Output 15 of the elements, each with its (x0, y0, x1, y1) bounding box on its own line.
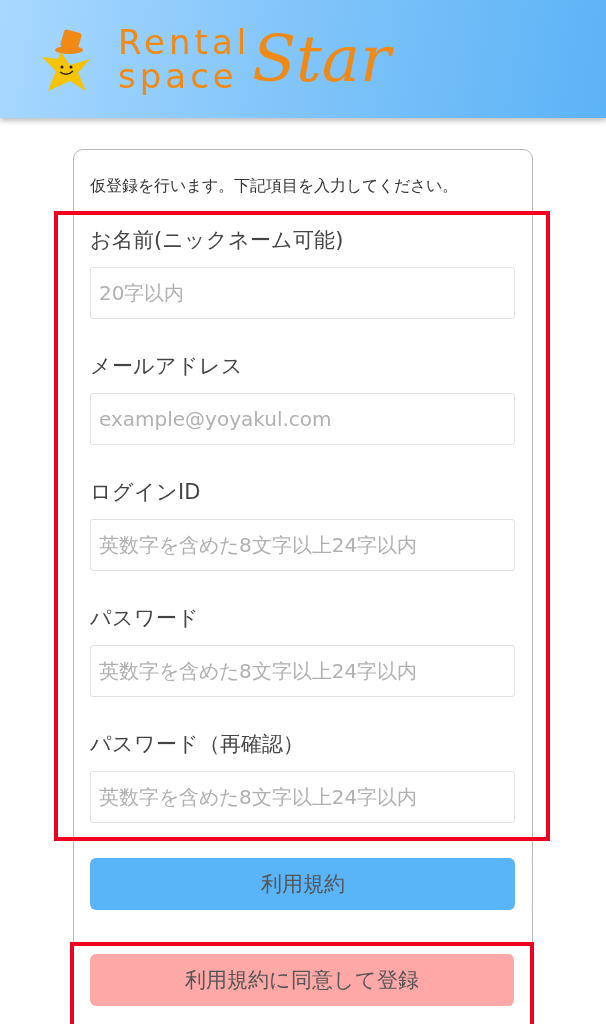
input-field[interactable]: 英数字を含めた8文字以上24字以内 (90, 770, 515, 823)
input-field[interactable]: 20字以内 (90, 266, 515, 319)
field-label: お名前(ニックネーム可能) (90, 226, 345, 254)
field-label: ログインID (90, 478, 202, 506)
input-field[interactable]: 英数字を含めた8文字以上24字以内 (90, 518, 515, 571)
logo-text: space (118, 59, 239, 93)
field-label: メールアドレス (90, 352, 244, 380)
field-label: パスワード (90, 604, 200, 632)
input-field[interactable]: example@yoyakul.com (90, 392, 515, 445)
terms-button[interactable]: 利用規約 (90, 857, 515, 910)
field-label: パスワード（再確認） (90, 730, 305, 758)
input-field[interactable]: 英数字を含めた8文字以上24字以内 (90, 644, 515, 697)
logo-text: Rental (118, 25, 251, 59)
agree-register-button[interactable]: 利用規約に同意して登録 (90, 953, 514, 1006)
intro-text: 仮登録を行います。下記項目を入力してください。 (90, 176, 459, 197)
